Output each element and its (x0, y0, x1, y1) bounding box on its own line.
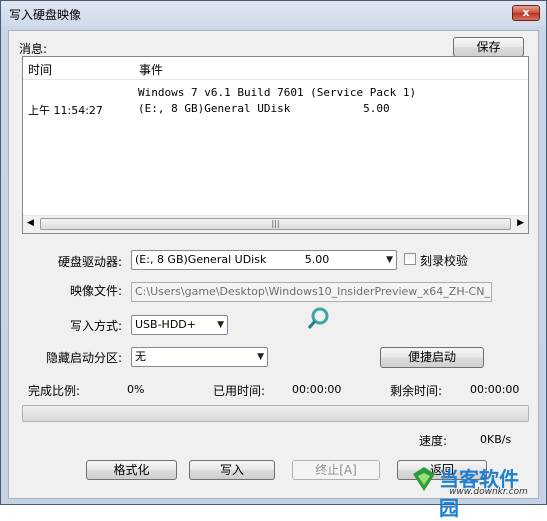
chevron-down-icon: ▼ (217, 320, 224, 330)
format-button[interactable]: 格式化 (86, 460, 177, 480)
drive-select[interactable]: (E:, 8 GB)General UDisk 5.00 ▼ (131, 250, 397, 270)
quick-boot-button[interactable]: 便捷启动 (380, 347, 484, 368)
complete-value: 0% (127, 383, 145, 396)
close-icon: x (522, 6, 530, 19)
dialog-body: 消息: 保存 时间 事件 Windows 7 v6.1 Build 7601 (… (8, 30, 539, 520)
scroll-thumb[interactable]: ||| (40, 218, 511, 230)
watermark: 当客软件园 www.downkr.com (409, 463, 537, 520)
hide-partition-label: 隐藏启动分区: (46, 351, 123, 365)
speed-label: 速度: (419, 434, 448, 448)
write-mode-label: 写入方式: (70, 319, 123, 333)
write-disk-image-window: 写入硬盘映像 x 消息: 保存 时间 事件 Windows 7 v6.1 Bui… (0, 0, 547, 520)
watermark-logo-icon (413, 467, 435, 491)
close-button[interactable]: x (512, 5, 540, 21)
chevron-down-icon: ▼ (386, 255, 393, 265)
remaining-value: 00:00:00 (470, 383, 520, 396)
log-row-2-time: 上午 11:54:27 (28, 104, 103, 117)
log-row-1-event: Windows 7 v6.1 Build 7601 (Service Pack … (138, 86, 417, 99)
chevron-down-icon: ▼ (257, 352, 264, 362)
hide-partition-select[interactable]: 无 ▼ (131, 347, 268, 367)
column-event[interactable]: 事件 (139, 61, 163, 78)
abort-button[interactable]: 终止[A] (292, 460, 380, 480)
column-time[interactable]: 时间 (28, 61, 52, 78)
speed-value: 0KB/s (480, 433, 512, 446)
remaining-label: 剩余时间: (390, 384, 443, 398)
title-bar[interactable]: 写入硬盘映像 x (1, 1, 546, 27)
hide-partition-value: 无 (135, 350, 146, 363)
magnifier-icon (307, 307, 329, 329)
write-mode-select[interactable]: USB-HDD+ ▼ (131, 315, 228, 335)
drive-select-value: (E:, 8 GB)General UDisk 5.00 (135, 253, 330, 266)
window-title: 写入硬盘映像 (9, 8, 82, 22)
write-mode-value: USB-HDD+ (135, 318, 196, 331)
drive-label: 硬盘驱动器: (58, 255, 123, 269)
scroll-left-icon[interactable]: ◀ (27, 218, 34, 228)
write-button[interactable]: 写入 (189, 460, 275, 480)
log-header: 时间 事件 (23, 57, 528, 80)
watermark-url: www.downkr.com (449, 487, 528, 497)
progress-bar (22, 405, 529, 422)
elapsed-value: 00:00:00 (292, 383, 342, 396)
image-file-field[interactable]: C:\Users\game\Desktop\Windows10_InsiderP… (131, 282, 492, 302)
image-file-label: 映像文件: (70, 284, 123, 298)
log-row-2-event: (E:, 8 GB)General UDisk 5.00 (138, 102, 390, 115)
verify-label: 刻录校验 (420, 254, 469, 268)
save-button[interactable]: 保存 (453, 37, 524, 57)
horizontal-scrollbar[interactable]: ◀ ||| ▶ (23, 215, 528, 233)
scroll-right-icon[interactable]: ▶ (517, 218, 524, 228)
messages-label: 消息: (19, 42, 48, 56)
elapsed-label: 已用时间: (213, 384, 266, 398)
message-log[interactable]: 时间 事件 Windows 7 v6.1 Build 7601 (Service… (22, 56, 529, 234)
complete-label: 完成比例: (28, 384, 81, 398)
verify-checkbox[interactable] (404, 253, 416, 265)
